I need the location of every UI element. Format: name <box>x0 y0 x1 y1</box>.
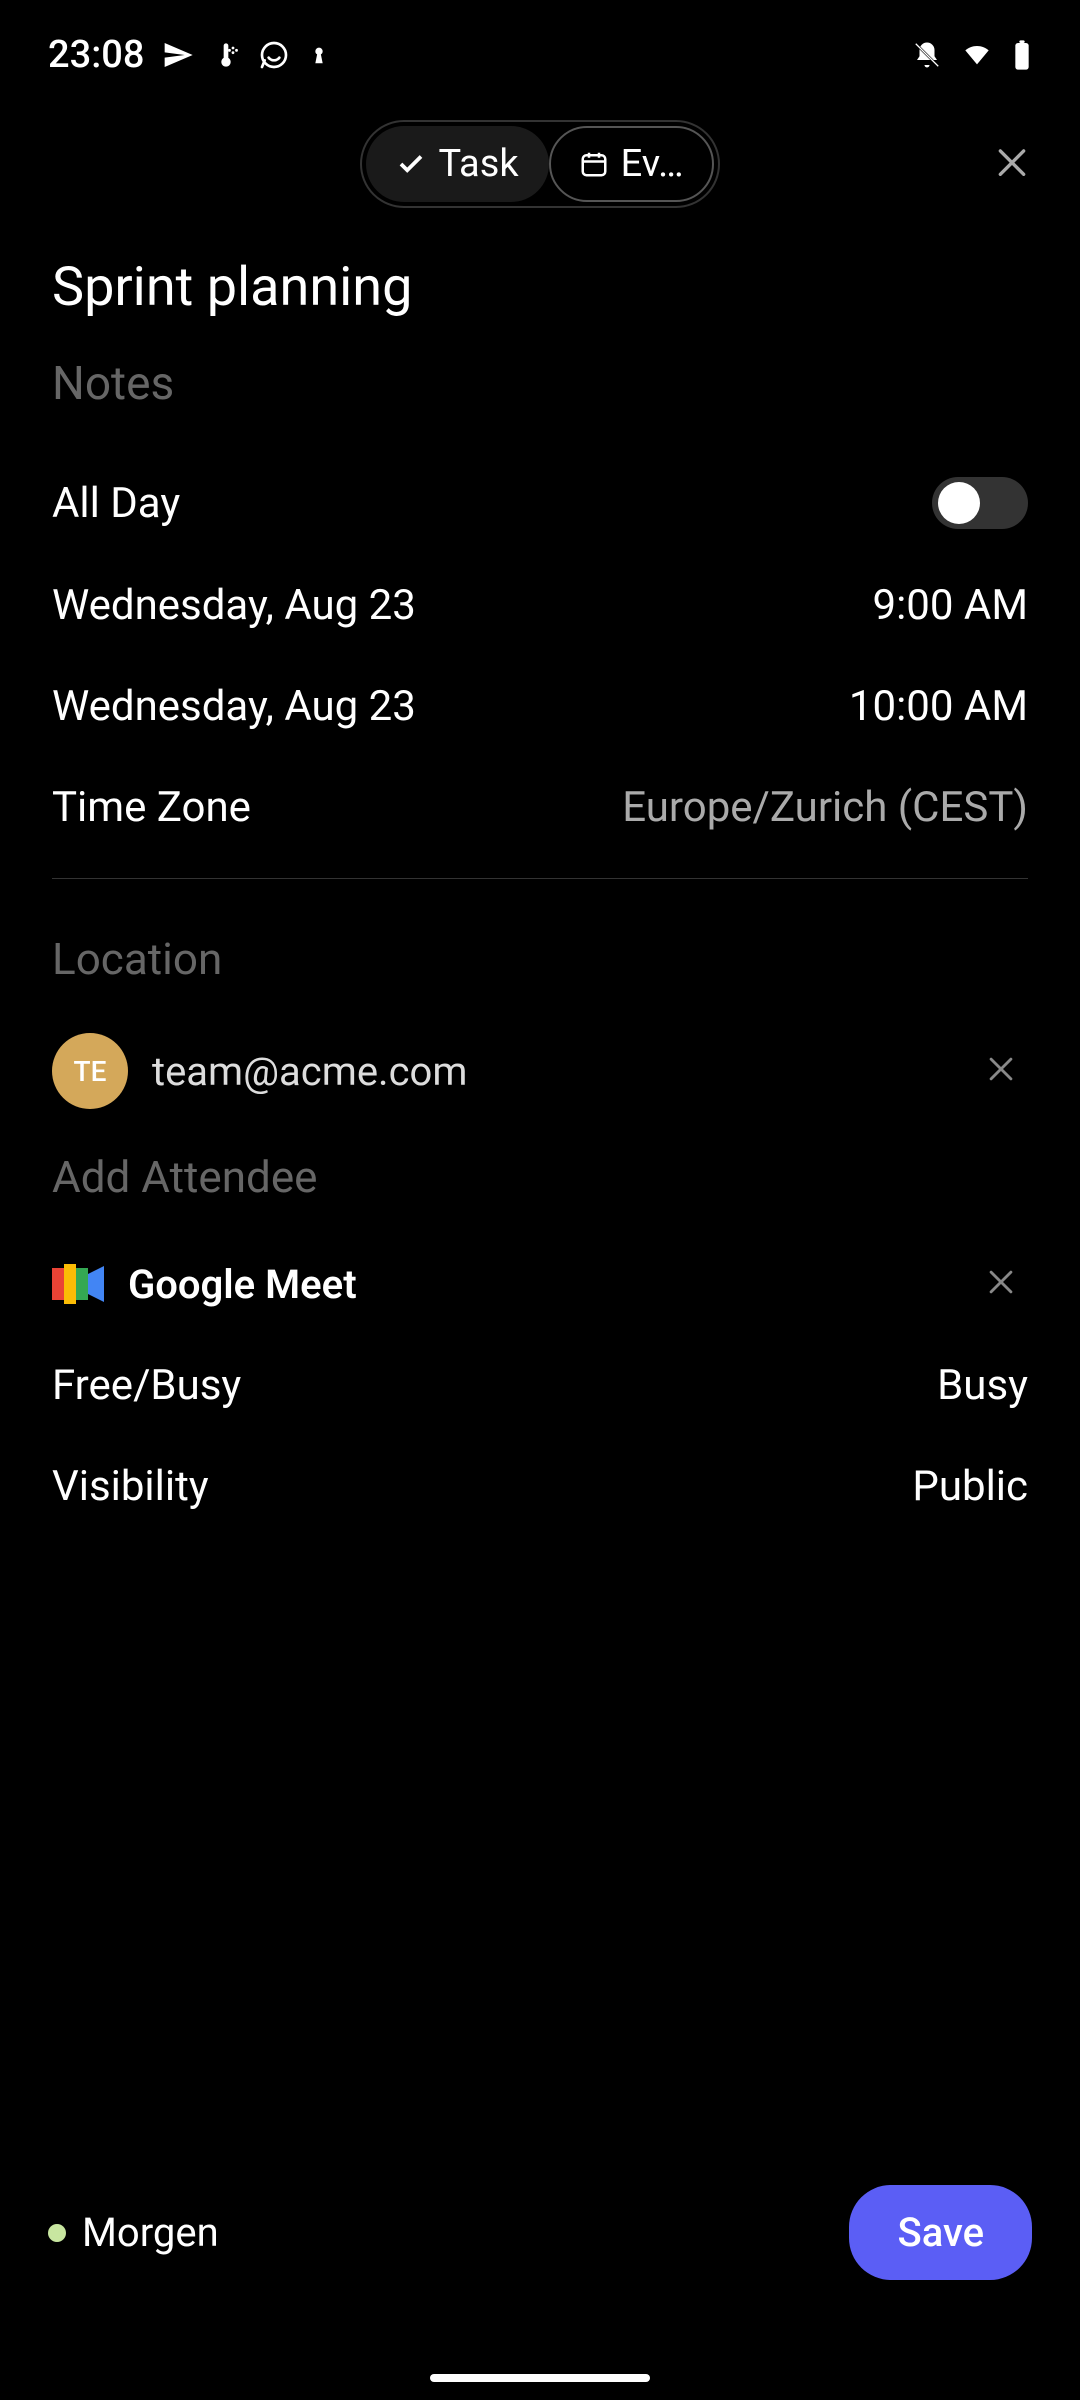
event-segment-label: Ev… <box>621 142 684 186</box>
type-selector: Task Ev… <box>360 120 719 208</box>
attendee-row: TE team@acme.com <box>52 1011 1028 1131</box>
end-date[interactable]: Wednesday, Aug 23 <box>52 682 416 731</box>
timezone-value: Europe/Zurich (CEST) <box>622 783 1028 832</box>
calendar-name: Morgen <box>82 2209 219 2256</box>
end-row[interactable]: Wednesday, Aug 23 10:00 AM <box>52 656 1028 757</box>
add-attendee-input[interactable]: Add Attendee <box>52 1131 1028 1233</box>
status-right <box>912 39 1032 71</box>
start-time[interactable]: 9:00 AM <box>873 581 1028 630</box>
conference-label[interactable]: Google Meet <box>128 1261 950 1308</box>
timezone-label: Time Zone <box>52 783 251 832</box>
close-button[interactable] <box>992 143 1032 187</box>
divider <box>52 878 1028 879</box>
title-input[interactable]: Sprint planning <box>52 238 1028 329</box>
toggle-knob <box>938 482 980 524</box>
freebusy-value: Busy <box>937 1361 1028 1410</box>
status-time: 23:08 <box>48 33 144 77</box>
start-date[interactable]: Wednesday, Aug 23 <box>52 581 416 630</box>
form-content: Sprint planning Notes All Day Wednesday,… <box>0 238 1080 1537</box>
home-indicator[interactable] <box>430 2374 650 2382</box>
whatsapp-icon <box>258 39 290 71</box>
wifi-icon <box>960 41 994 69</box>
conference-row: Google Meet <box>52 1233 1028 1335</box>
type-selector-row: Task Ev… <box>0 100 1080 238</box>
end-time[interactable]: 10:00 AM <box>849 682 1028 731</box>
telegram-icon <box>162 39 194 71</box>
all-day-toggle[interactable] <box>932 477 1028 529</box>
attendee-email[interactable]: team@acme.com <box>152 1048 950 1095</box>
visibility-value: Public <box>912 1462 1028 1511</box>
visibility-row[interactable]: Visibility Public <box>52 1436 1028 1537</box>
calendar-selector[interactable]: Morgen <box>48 2209 219 2256</box>
calendar-icon <box>579 149 609 179</box>
remove-conference-button[interactable] <box>974 1255 1028 1313</box>
attendee-avatar: TE <box>52 1033 128 1109</box>
task-segment-label: Task <box>438 142 518 186</box>
google-meet-icon <box>52 1264 104 1304</box>
freebusy-row[interactable]: Free/Busy Busy <box>52 1335 1028 1436</box>
status-left: 23:08 <box>48 33 330 77</box>
all-day-label: All Day <box>52 479 180 528</box>
freebusy-label: Free/Busy <box>52 1361 241 1410</box>
check-icon <box>396 149 426 179</box>
start-row[interactable]: Wednesday, Aug 23 9:00 AM <box>52 555 1028 656</box>
visibility-label: Visibility <box>52 1462 209 1511</box>
all-day-row: All Day <box>52 451 1028 555</box>
thermometer-icon <box>212 39 240 71</box>
keyhole-icon <box>308 39 330 71</box>
notes-input[interactable]: Notes <box>52 329 1028 451</box>
battery-icon <box>1012 39 1032 71</box>
event-segment[interactable]: Ev… <box>549 126 714 202</box>
remove-attendee-button[interactable] <box>974 1042 1028 1100</box>
task-segment[interactable]: Task <box>366 126 548 202</box>
notifications-off-icon <box>912 40 942 70</box>
location-input[interactable]: Location <box>52 899 1028 1011</box>
footer: Morgen Save <box>0 2185 1080 2280</box>
save-button[interactable]: Save <box>849 2185 1032 2280</box>
timezone-row[interactable]: Time Zone Europe/Zurich (CEST) <box>52 757 1028 858</box>
calendar-color-dot <box>48 2224 66 2242</box>
status-bar: 23:08 <box>0 0 1080 100</box>
